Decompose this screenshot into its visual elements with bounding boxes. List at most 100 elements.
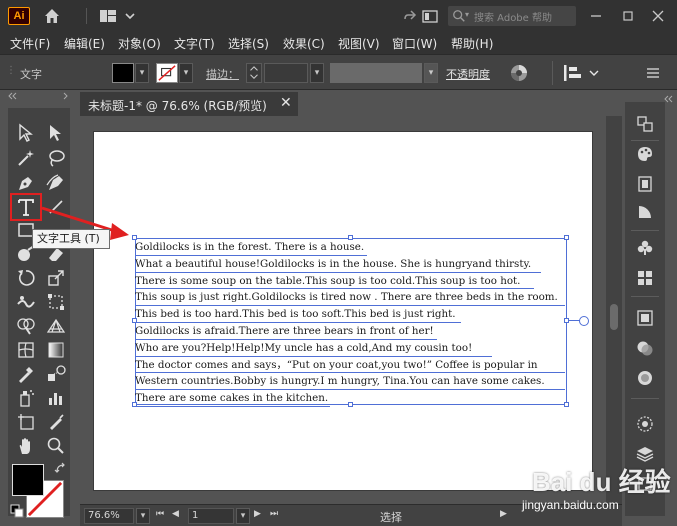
close-window-button[interactable] bbox=[646, 4, 670, 28]
menu-window[interactable]: 窗口(W) bbox=[392, 35, 437, 52]
text-out-port[interactable] bbox=[579, 316, 589, 326]
curvature-tool-icon[interactable] bbox=[44, 171, 68, 195]
minimize-icon bbox=[591, 15, 601, 17]
profile-dropdown[interactable]: ▾ bbox=[424, 63, 438, 83]
menu-object[interactable]: 对象(O) bbox=[118, 35, 161, 52]
scale-tool-icon[interactable] bbox=[44, 266, 68, 290]
direct-selection-tool-icon[interactable] bbox=[44, 121, 68, 145]
artboard-dropdown[interactable]: ▾ bbox=[236, 508, 250, 524]
expand-panels-icon[interactable] bbox=[664, 92, 674, 103]
collapse-toolbar-icon[interactable] bbox=[8, 90, 70, 100]
slice-tool-icon[interactable] bbox=[44, 410, 68, 434]
default-fill-stroke-icon[interactable] bbox=[10, 504, 24, 518]
baidu-jingyan-watermark: Bai du 经验 jingyan.baidu.com bbox=[518, 462, 671, 520]
illustrator-logo: Ai bbox=[8, 7, 30, 25]
transparency-panel-icon[interactable] bbox=[635, 338, 655, 358]
artboard-number-field[interactable]: 1 bbox=[188, 508, 234, 524]
search-dropdown-icon: ▾ bbox=[465, 10, 470, 19]
restore-button[interactable] bbox=[616, 4, 640, 28]
previous-artboard-icon[interactable]: ◀ bbox=[172, 509, 179, 519]
line-segment-tool-icon[interactable] bbox=[44, 195, 68, 219]
mesh-tool-icon[interactable] bbox=[14, 338, 38, 362]
next-artboard-icon[interactable]: ▶ bbox=[254, 509, 261, 519]
stroke-color-swatch[interactable] bbox=[156, 63, 178, 83]
opacity-label[interactable]: 不透明度 bbox=[446, 66, 490, 82]
stroke-width-dropdown[interactable]: ▾ bbox=[310, 63, 324, 83]
fill-color-swatch[interactable] bbox=[112, 63, 134, 83]
search-input[interactable]: ▾ 搜索 Adobe 帮助 bbox=[448, 6, 576, 26]
recolor-artwork-icon[interactable] bbox=[510, 64, 528, 82]
free-transform-tool-icon[interactable] bbox=[44, 290, 68, 314]
stroke-panel-icon[interactable] bbox=[635, 308, 655, 328]
zoom-level-field[interactable]: 76.6% bbox=[84, 508, 134, 524]
type-tool-highlight bbox=[10, 193, 42, 221]
properties-panel-icon[interactable] bbox=[635, 114, 655, 134]
vertical-scrollbar[interactable] bbox=[606, 116, 622, 504]
stroke-dropdown[interactable]: ▾ bbox=[179, 63, 193, 83]
swap-fill-stroke-icon[interactable] bbox=[54, 462, 68, 476]
color-panel-icon[interactable] bbox=[635, 144, 655, 164]
warp-tool-icon[interactable] bbox=[14, 290, 38, 314]
menu-help[interactable]: 帮助(H) bbox=[451, 35, 493, 52]
document-tab[interactable]: 未标题-1* @ 76.6% (RGB/预览) ✕ bbox=[80, 92, 298, 116]
close-tab-icon[interactable]: ✕ bbox=[280, 95, 292, 111]
perspective-grid-tool-icon[interactable] bbox=[44, 314, 68, 338]
appearance-panel-icon[interactable] bbox=[635, 368, 655, 388]
artboard-tool-icon[interactable] bbox=[14, 410, 38, 434]
first-artboard-icon[interactable]: ⏮ bbox=[156, 509, 164, 519]
menu-icon[interactable] bbox=[644, 64, 662, 82]
text-line: Who are you?Help!Help!My uncle has a col… bbox=[135, 340, 492, 357]
magic-wand-tool-icon[interactable] bbox=[14, 146, 38, 170]
zoom-tool-icon[interactable] bbox=[44, 434, 68, 458]
chevron-down-icon[interactable] bbox=[120, 6, 140, 26]
pen-tool-icon[interactable] bbox=[14, 171, 38, 195]
color-guide-panel-icon[interactable] bbox=[635, 174, 655, 194]
column-graph-tool-icon[interactable] bbox=[44, 386, 68, 410]
right-panel-dock bbox=[622, 90, 677, 526]
minimize-button[interactable] bbox=[584, 4, 608, 28]
menu-effect[interactable]: 效果(C) bbox=[283, 35, 325, 52]
fill-dropdown[interactable]: ▾ bbox=[135, 63, 149, 83]
menu-view[interactable]: 视图(V) bbox=[338, 35, 380, 52]
text-content[interactable]: Goldilocks is in the forest. There is a … bbox=[135, 239, 575, 407]
symbols-panel-icon[interactable] bbox=[635, 238, 655, 258]
workspace-layout-icon[interactable] bbox=[98, 6, 118, 26]
rotate-tool-icon[interactable] bbox=[14, 266, 38, 290]
graphic-styles-panel-icon[interactable] bbox=[635, 414, 655, 434]
variable-width-profile[interactable] bbox=[330, 63, 422, 83]
menu-bar: 文件(F) 编辑(E) 对象(O) 文字(T) 选择(S) 效果(C) 视图(V… bbox=[0, 32, 677, 54]
current-tool-label: 文字 bbox=[20, 68, 42, 81]
layers-panel-icon[interactable] bbox=[635, 444, 655, 464]
status-menu-icon[interactable]: ▶ bbox=[500, 509, 507, 519]
shape-builder-tool-icon[interactable] bbox=[14, 314, 38, 338]
lasso-tool-icon[interactable] bbox=[44, 146, 68, 170]
menu-edit[interactable]: 编辑(E) bbox=[64, 35, 105, 52]
text-line: This bed is too hard.This bed is too sof… bbox=[135, 306, 461, 323]
stroke-width-input[interactable] bbox=[264, 63, 308, 83]
watermark-url: jingyan.baidu.com bbox=[522, 498, 619, 512]
align-panel-button[interactable] bbox=[560, 62, 610, 84]
vertical-scrollbar-thumb[interactable] bbox=[610, 304, 618, 330]
menu-file[interactable]: 文件(F) bbox=[10, 35, 50, 52]
menu-select[interactable]: 选择(S) bbox=[228, 35, 269, 52]
search-placeholder: 搜索 Adobe 帮助 bbox=[474, 13, 552, 24]
selection-tool-icon[interactable] bbox=[14, 121, 38, 145]
menu-type[interactable]: 文字(T) bbox=[174, 35, 215, 52]
share-icon[interactable] bbox=[400, 6, 420, 26]
symbol-sprayer-tool-icon[interactable] bbox=[14, 386, 38, 410]
blend-tool-icon[interactable] bbox=[44, 362, 68, 386]
fill-swatch-front[interactable] bbox=[12, 464, 44, 496]
text-line: Goldilocks is afraid.There are three bea… bbox=[135, 323, 437, 340]
gradient-tool-icon[interactable] bbox=[44, 338, 68, 362]
arrange-documents-icon[interactable] bbox=[420, 6, 440, 26]
type-tool-tooltip: 文字工具 (T) bbox=[32, 229, 110, 249]
home-icon[interactable] bbox=[42, 6, 62, 26]
hand-tool-icon[interactable] bbox=[14, 434, 38, 458]
eyedropper-tool-icon[interactable] bbox=[14, 362, 38, 386]
gradient-panel-icon[interactable] bbox=[635, 202, 655, 222]
swatches-panel-icon[interactable] bbox=[635, 268, 655, 288]
stroke-width-stepper[interactable] bbox=[246, 63, 262, 83]
last-artboard-icon[interactable]: ⏭ bbox=[270, 509, 278, 519]
stroke-label[interactable]: 描边： bbox=[206, 66, 239, 82]
zoom-dropdown[interactable]: ▾ bbox=[136, 508, 150, 524]
